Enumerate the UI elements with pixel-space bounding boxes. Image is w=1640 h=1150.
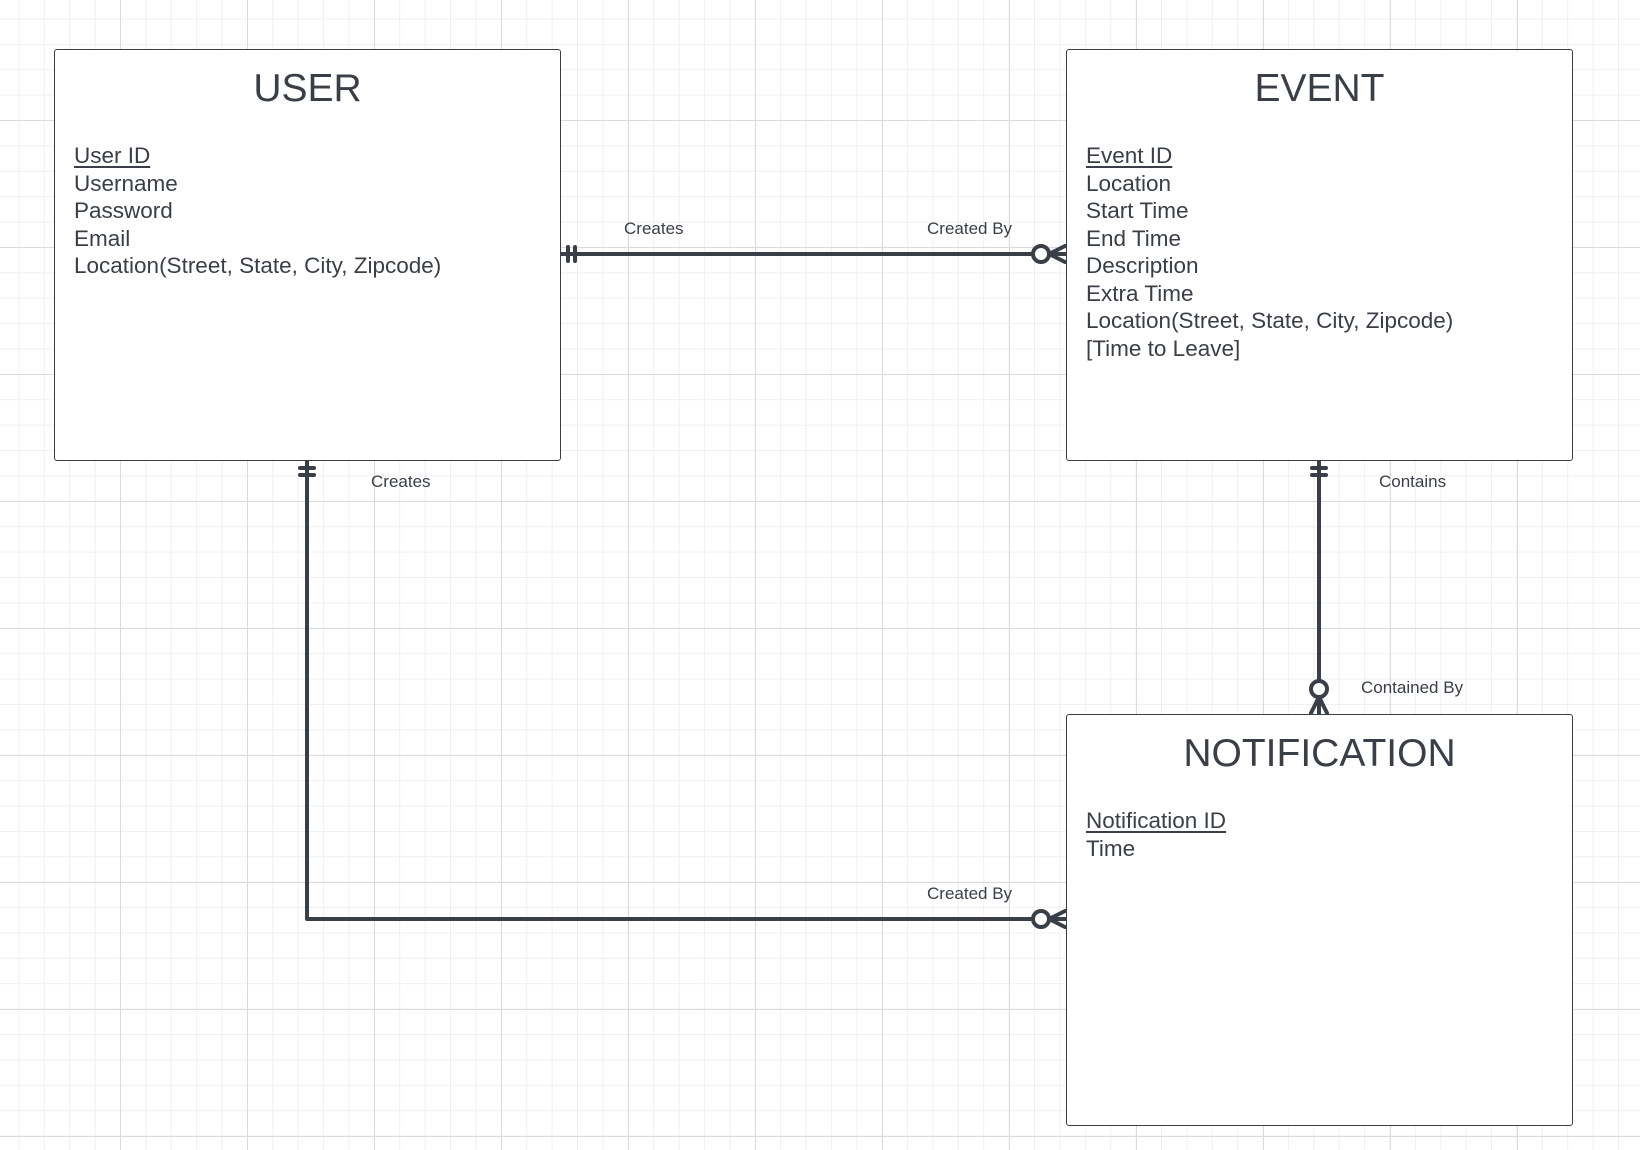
- label-user-creates-event: Creates: [624, 219, 684, 238]
- attribute-description: Description: [1086, 253, 1199, 278]
- entity-event-attributes: Event ID Location Start Time End Time De…: [1086, 142, 1453, 362]
- relationship-user-event[interactable]: [559, 244, 1067, 264]
- attribute-notification-time: Time: [1086, 835, 1136, 861]
- event-notification-zero-circle: [1309, 679, 1329, 699]
- event-notification-crow-left: [1309, 695, 1321, 715]
- user-notification-crow-top: [1047, 909, 1067, 921]
- user-notification-crow-bottom: [1047, 917, 1067, 929]
- attribute-notification-id: Notification ID: [1086, 808, 1227, 833]
- attribute-event-location: Location: [1086, 170, 1172, 196]
- entity-user-title: USER: [253, 67, 362, 110]
- label-event-created-by-user: Created By: [927, 219, 1013, 238]
- user-notification-zero-circle: [1031, 909, 1051, 929]
- user-event-crow-bottom: [1047, 252, 1067, 264]
- user-event-zero-circle: [1031, 244, 1051, 264]
- user-event-crow-top: [1047, 244, 1067, 256]
- entity-user-attributes: User ID Username Password Email Location…: [74, 142, 441, 280]
- attribute-event-address: Location(Street, State, City, Zipcode): [1086, 308, 1454, 333]
- attribute-time-to-leave: [Time to Leave]: [1086, 335, 1241, 361]
- label-notification-created-by-user: Created By: [927, 884, 1013, 903]
- relationship-user-notification[interactable]: [298, 459, 1067, 929]
- entity-notification[interactable]: NOTIFICATION Notification ID Time: [1066, 714, 1573, 1126]
- attribute-user-id: User ID: [74, 143, 151, 168]
- label-user-creates-notification: Creates: [371, 472, 431, 491]
- event-notification-crow-right: [1317, 695, 1329, 715]
- diagram-canvas: USER User ID Username Password Email Loc…: [0, 0, 1640, 1150]
- entity-user[interactable]: USER User ID Username Password Email Loc…: [54, 49, 561, 461]
- attribute-user-location: Location(Street, State, City, Zipcode): [74, 253, 442, 278]
- relationship-event-notification[interactable]: [1309, 459, 1329, 715]
- user-notification-line: [305, 459, 1034, 921]
- attribute-extra-time: Extra Time: [1086, 280, 1194, 306]
- label-event-contains-notification: Contains: [1379, 472, 1447, 491]
- entity-event-title: EVENT: [1254, 67, 1385, 110]
- entity-notification-attributes: Notification ID Time: [1086, 807, 1226, 862]
- label-notification-contained-by-event: Contained By: [1361, 678, 1464, 697]
- entity-notification-title: NOTIFICATION: [1183, 732, 1456, 775]
- attribute-username: Username: [74, 170, 178, 196]
- attribute-end-time: End Time: [1086, 225, 1182, 251]
- attribute-event-id: Event ID: [1086, 143, 1173, 168]
- attribute-password: Password: [74, 198, 173, 223]
- entity-event[interactable]: EVENT Event ID Location Start Time End T…: [1066, 49, 1573, 461]
- attribute-email: Email: [74, 225, 131, 251]
- attribute-start-time: Start Time: [1086, 198, 1189, 223]
